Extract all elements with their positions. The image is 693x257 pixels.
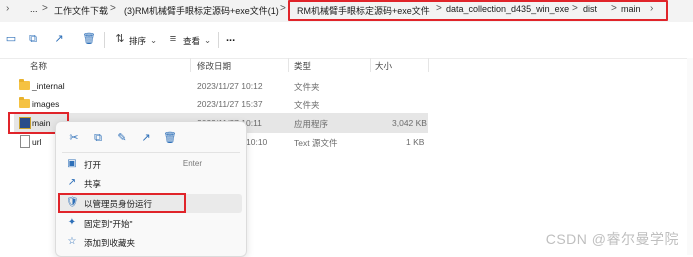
file-modified: 2023/11/27 10:12 <box>197 81 263 91</box>
column-divider[interactable] <box>370 58 371 72</box>
rename-icon[interactable]: ✎ <box>114 130 130 146</box>
column-divider[interactable] <box>428 58 429 72</box>
file-row-internal[interactable]: _internal 2023/11/27 10:12 文件夹 <box>14 76 428 96</box>
column-header-type[interactable]: 类型 <box>294 60 311 72</box>
sort-button[interactable]: 排序 <box>129 35 146 47</box>
breadcrumb-separator: > <box>42 3 48 14</box>
folder-icon <box>19 97 30 108</box>
menu-divider <box>62 152 240 153</box>
breadcrumb-separator: > <box>110 3 116 14</box>
folder-icon <box>19 79 30 90</box>
column-divider[interactable] <box>288 58 289 72</box>
copy-icon[interactable]: ⧉ <box>90 130 106 146</box>
file-row-images[interactable]: images 2023/11/27 15:37 文件夹 <box>14 94 428 114</box>
breadcrumb-separator: > <box>280 3 286 14</box>
file-type: 文件夹 <box>294 100 320 110</box>
share-icon[interactable]: ↗ <box>138 130 154 146</box>
watermark: CSDN @睿尔曼学院 <box>545 231 679 247</box>
toolbar-divider <box>218 32 219 48</box>
menu-shortcut: Enter <box>182 159 202 168</box>
sort-icon[interactable]: ⇅ <box>113 32 127 46</box>
star-icon: ☆ <box>67 236 77 247</box>
text-file-icon <box>20 135 30 148</box>
file-modified: 2023/11/27 15:37 <box>197 99 263 109</box>
menu-item-label: 打开 <box>84 160 102 170</box>
menu-item-open[interactable]: ▣ 打开 Enter <box>60 155 242 174</box>
menu-item-label: 共享 <box>84 179 102 189</box>
menu-item-add-favorites[interactable]: ☆ 添加到收藏夹 <box>60 233 242 252</box>
menu-item-pin-start[interactable]: ✦ 固定到"开始" <box>60 214 242 233</box>
copy-path-icon[interactable]: ⧉ <box>26 32 40 46</box>
open-icon: ▣ <box>67 158 77 169</box>
file-size: 1 KB <box>406 137 425 147</box>
toolbar-divider <box>104 32 105 48</box>
column-header-size[interactable]: 大小 <box>375 60 392 72</box>
pin-icon: ✦ <box>67 217 77 228</box>
delete-icon[interactable]: 🗑 <box>82 32 96 46</box>
file-type: Text 源文件 <box>294 138 338 148</box>
file-name: images <box>32 99 60 109</box>
menu-item-share[interactable]: ↗ 共享 <box>60 174 242 193</box>
view-icon[interactable]: ≡ <box>166 32 180 46</box>
column-header-name[interactable]: 名称 <box>30 60 47 72</box>
menu-item-label: 固定到"开始" <box>84 219 133 229</box>
menu-item-label: 添加到收藏夹 <box>84 238 136 248</box>
toolbar: ▭ ⧉ ↗ 🗑 ⇅ 排序 ⌄ ≡ 查看 ⌄ ... <box>0 22 693 59</box>
column-divider[interactable] <box>190 58 191 72</box>
more-options-button[interactable]: ... <box>226 32 235 44</box>
delete-icon[interactable]: 🗑 <box>162 130 178 146</box>
file-name: url <box>32 137 42 147</box>
file-modified: 10:10 <box>246 137 268 147</box>
file-type: 文件夹 <box>294 82 320 92</box>
breadcrumb-overflow[interactable]: ... <box>30 4 38 14</box>
scrollbar[interactable] <box>687 58 693 255</box>
column-header-modified[interactable]: 修改日期 <box>197 60 231 72</box>
highlight-box-path <box>288 0 668 21</box>
breadcrumb-item[interactable]: (3)RM机械臂手眼标定源码+exe文件(1) <box>124 4 279 17</box>
chevron-down-icon[interactable]: ⌄ <box>150 35 157 46</box>
cut-icon[interactable]: ✂ <box>66 130 82 146</box>
share-icon: ↗ <box>67 177 77 188</box>
view-button[interactable]: 查看 <box>183 35 200 47</box>
new-icon[interactable]: ▭ <box>4 32 18 46</box>
highlight-box-admin <box>58 193 186 213</box>
breadcrumb-item[interactable]: 工作文件下载 <box>54 4 108 17</box>
chevron-right-icon: › <box>6 3 10 14</box>
chevron-down-icon[interactable]: ⌄ <box>204 35 211 46</box>
file-name: _internal <box>32 81 65 91</box>
context-menu: ✂ ⧉ ✎ ↗ 🗑 ▣ 打开 Enter ↗ 共享 🛡 以管理员身份运行 ✦ 固… <box>55 121 247 257</box>
share-icon[interactable]: ↗ <box>52 32 66 46</box>
file-size: 3,042 KB <box>392 118 427 128</box>
file-type: 应用程序 <box>294 119 329 129</box>
